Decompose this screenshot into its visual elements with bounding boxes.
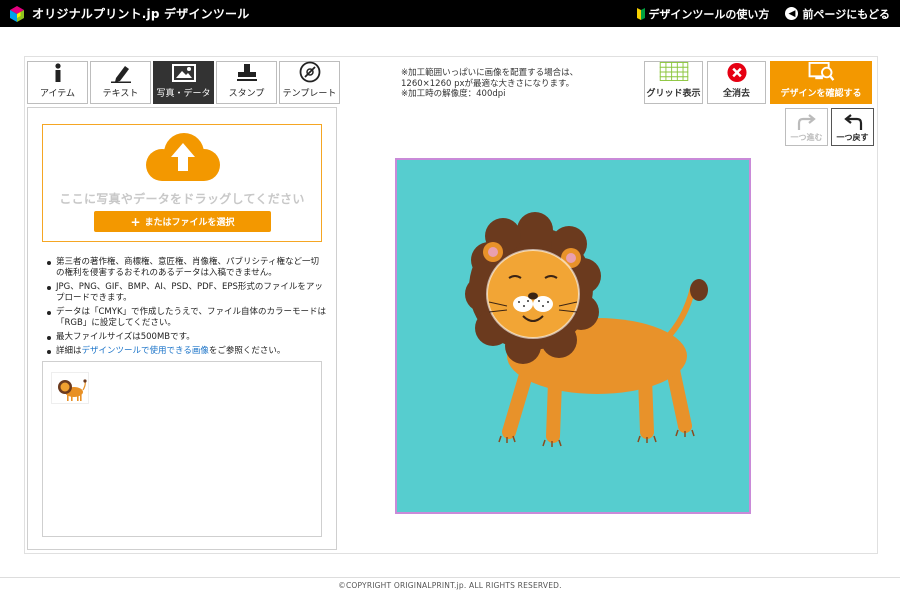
note-prefix: 詳細は	[56, 346, 82, 356]
redo-label: 一つ進む	[790, 133, 823, 142]
note-item: データは「CMYK」で作成したうえで、ファイル自体のカラーモードは「RGB」に設…	[46, 307, 326, 329]
info-line: 1260×1260 pxが最適な大きさになります。	[401, 78, 575, 89]
info-line: ※加工時の解像度：400dpi	[401, 89, 506, 99]
clear-all-label: 全消去	[722, 89, 750, 99]
drop-instruction: ここに写真やデータをドラッグしてください	[59, 192, 305, 206]
tab-label: スタンプ	[228, 89, 265, 99]
pen-icon	[110, 62, 132, 83]
note-suffix: をご参照ください。	[208, 346, 286, 356]
back-link[interactable]: ◀ 前ページにもどる	[779, 6, 890, 22]
file-dropzone[interactable]: ここに写真やデータをドラッグしてください + またはファイルを選択	[42, 124, 322, 242]
clear-all-button[interactable]: 全消去	[707, 61, 766, 104]
top-header: オリジナルプリント.jp デザインツール デザインツールの使い方 ◀ 前ページに…	[0, 0, 900, 27]
uploaded-image-thumbnail[interactable]	[51, 372, 89, 404]
guide-link-label: デザインツールの使い方	[648, 7, 770, 21]
cloud-upload-icon	[146, 133, 220, 181]
template-icon	[299, 61, 321, 83]
arrow-left-icon: ◀	[785, 7, 799, 20]
image-icon	[171, 62, 196, 83]
undo-label: 一つ戻す	[836, 133, 869, 142]
redo-button[interactable]: 一つ進む	[785, 108, 828, 146]
upload-panel: ここに写真やデータをドラッグしてください + またはファイルを選択 第三者の著作…	[27, 107, 337, 550]
footer-divider	[0, 577, 900, 578]
note-item: JPG、PNG、GIF、BMP、AI、PSD、PDF、EPS形式のファイルをアッ…	[46, 282, 326, 304]
guide-link[interactable]: デザインツールの使い方	[637, 6, 769, 22]
confirm-design-label: デザインを確認する	[780, 89, 862, 99]
note-item: 第三者の著作権、商標権、意匠権、肖像権、パブリシティ権など一切の権利を侵害するお…	[46, 257, 326, 279]
print-area-info: ※加工範囲いっぱいに画像を配置する場合は、 1260×1260 pxが最適な大き…	[401, 68, 578, 100]
upload-notes: 第三者の著作権、商標権、意匠権、肖像権、パブリシティ権など一切の権利を侵害するお…	[46, 257, 326, 360]
info-line: ※加工範囲いっぱいに画像を配置する場合は、	[401, 68, 579, 78]
usable-images-link[interactable]: デザインツールで使用できる画像	[82, 346, 209, 356]
back-link-label: 前ページにもどる	[802, 7, 890, 21]
grid-toggle-button[interactable]: グリッド表示	[644, 61, 703, 104]
confirm-design-button[interactable]: デザインを確認する	[770, 61, 872, 104]
design-canvas[interactable]	[395, 158, 751, 514]
tab-photo-data[interactable]: 写真・データ	[153, 61, 214, 104]
copyright-text: ©COPYRIGHT ORIGINALPRINT.jp. ALL RIGHTS …	[338, 581, 562, 590]
note-item: 詳細はデザインツールで使用できる画像をご参照ください。	[46, 346, 326, 357]
note-item: 最大ファイルサイズは500MBです。	[46, 332, 326, 343]
tab-label: テンプレート	[282, 89, 337, 99]
select-file-label: またはファイルを選択	[144, 218, 235, 228]
plus-icon: +	[130, 214, 141, 229]
grid-icon	[659, 62, 688, 81]
stamp-icon	[235, 62, 259, 83]
undo-button[interactable]: 一つ戻す	[831, 108, 874, 146]
logo-text: オリジナルプリント.jp デザインツール	[32, 7, 250, 21]
tab-label: テキスト	[102, 89, 139, 99]
tab-label: 写真・データ	[156, 89, 211, 99]
close-icon	[726, 62, 747, 83]
preview-monitor-icon	[808, 62, 835, 81]
select-file-button[interactable]: + またはファイルを選択	[94, 211, 271, 232]
beginner-mark-icon	[637, 7, 646, 20]
tab-text[interactable]: テキスト	[90, 61, 151, 104]
lion-illustration[interactable]	[397, 160, 749, 512]
undo-arrow-icon	[843, 114, 862, 130]
uploaded-images-gallery	[42, 361, 322, 537]
tab-stamp[interactable]: スタンプ	[216, 61, 277, 104]
site-logo[interactable]: オリジナルプリント.jp デザインツール	[8, 5, 249, 23]
info-icon	[53, 62, 63, 83]
grid-toggle-label: グリッド表示	[646, 89, 701, 99]
tab-item[interactable]: アイテム	[27, 61, 88, 104]
tool-tabs: アイテム テキスト 写真・データ スタンプ テンプレート	[27, 61, 340, 104]
redo-arrow-icon	[797, 114, 816, 130]
tab-label: アイテム	[39, 89, 76, 99]
tab-template[interactable]: テンプレート	[279, 61, 340, 104]
logo-cube-icon	[10, 5, 24, 22]
